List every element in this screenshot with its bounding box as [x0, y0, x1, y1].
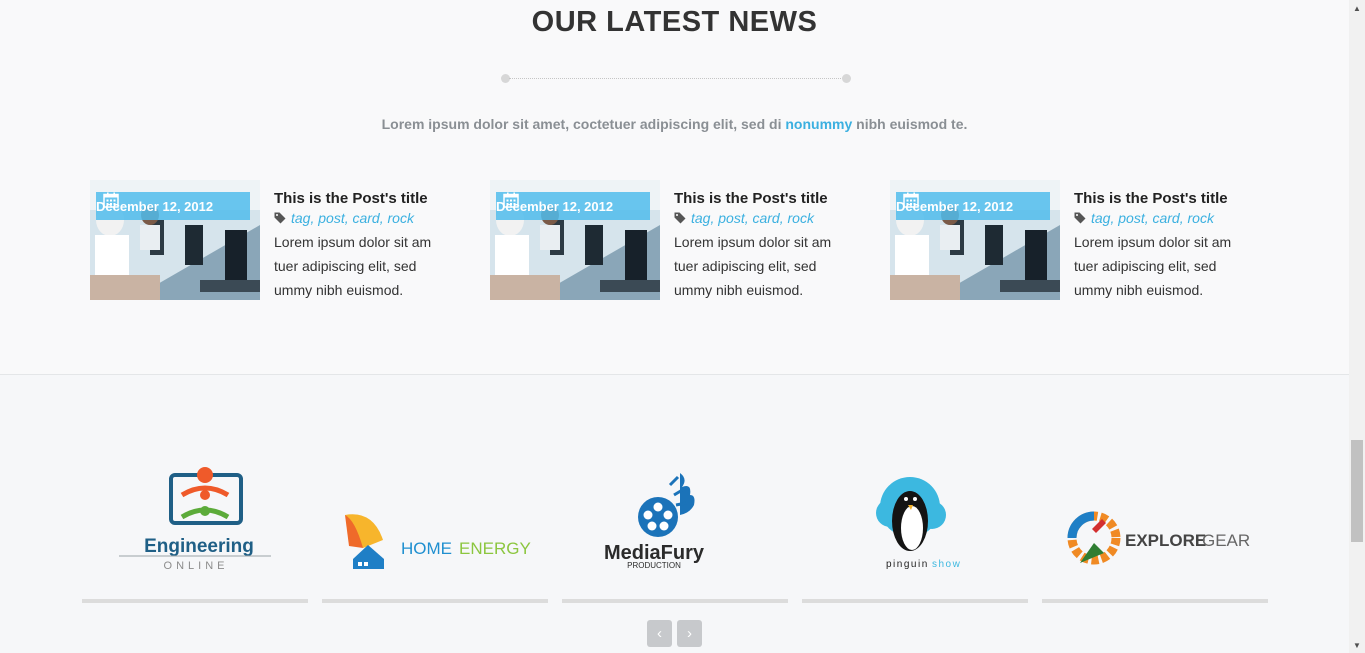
divider-line	[509, 78, 843, 79]
section-title: OUR LATEST NEWS	[531, 6, 818, 38]
chevron-left-icon: ‹	[657, 625, 662, 642]
intro-link[interactable]: nonummy	[785, 116, 852, 132]
tag-icon	[674, 212, 686, 224]
latest-news-section: OUR LATEST NEWS Lorem ipsum dolor sit am…	[0, 0, 1349, 375]
post-excerpt: Lorem ipsum dolor sit am tuer adipiscing…	[1074, 234, 1232, 298]
logo-text: pinguin	[886, 559, 929, 570]
post-excerpt: Lorem ipsum dolor sit am tuer adipiscing…	[274, 234, 432, 298]
post-card: December 12, 2012 This is the Post's tit…	[890, 180, 1270, 310]
exploregear-logo-icon: EXPLORE GEAR	[1067, 511, 1250, 565]
intro-text: Lorem ipsum dolor sit amet, coctetuer ad…	[381, 116, 782, 132]
scroll-up-arrow-icon[interactable]: ▲	[1349, 0, 1365, 16]
carousel-prev-button[interactable]: ‹	[647, 620, 672, 647]
client-logo-mediafury[interactable]: MediaFury PRODUCTION	[562, 455, 788, 603]
page: OUR LATEST NEWS Lorem ipsum dolor sit am…	[0, 0, 1349, 653]
logo-text-accent: ENERGY	[459, 539, 531, 558]
logo-text: EXPLORE	[1125, 531, 1206, 550]
logo-text-accent: GEAR	[1202, 531, 1250, 550]
logo-text: HOME	[401, 539, 452, 558]
post-excerpt: Lorem ipsum dolor sit am tuer adipiscing…	[674, 234, 832, 298]
scroll-down-arrow-icon[interactable]: ▼	[1349, 637, 1365, 653]
logo-subtext: PRODUCTION	[627, 561, 681, 570]
calendar-icon	[103, 192, 119, 208]
post-tags: tag, post, card, rock	[674, 210, 814, 226]
logo-underline	[322, 599, 548, 603]
logo-underline	[1042, 599, 1268, 603]
calendar-icon	[503, 192, 519, 208]
post-card: December 12, 2012 This is the Post's tit…	[490, 180, 870, 310]
post-date-badge: December 12, 2012	[496, 192, 650, 220]
client-logo-pinguinshow[interactable]: pinguin show	[802, 455, 1028, 603]
post-thumbnail[interactable]: December 12, 2012	[890, 180, 1060, 300]
section-intro: Lorem ipsum dolor sit amet, coctetuer ad…	[0, 116, 1349, 132]
logo-underline	[802, 599, 1028, 603]
tag-icon	[1074, 212, 1086, 224]
post-tag-list[interactable]: tag, post, card, rock	[1091, 210, 1214, 226]
post-thumbnail[interactable]: December 12, 2012	[90, 180, 260, 300]
penguin-logo-icon: pinguin show	[876, 477, 961, 570]
post-title[interactable]: This is the Post's title	[274, 190, 428, 207]
page-scrollbar[interactable]: ▲ ▼	[1349, 0, 1365, 653]
client-logo-home-energy[interactable]: HOME ENERGY	[322, 455, 548, 603]
post-title[interactable]: This is the Post's title	[1074, 190, 1228, 207]
post-tag-list[interactable]: tag, post, card, rock	[291, 210, 414, 226]
logo-underline	[562, 599, 788, 603]
post-thumbnail[interactable]: December 12, 2012	[490, 180, 660, 300]
home-energy-logo-icon: HOME ENERGY	[345, 514, 531, 569]
title-divider	[501, 74, 851, 83]
chevron-right-icon: ›	[687, 625, 692, 642]
post-date-badge: December 12, 2012	[96, 192, 250, 220]
carousel-next-button[interactable]: ›	[677, 620, 702, 647]
engineering-logo-icon: Engineering ONLINE	[119, 467, 271, 572]
scrollbar-thumb[interactable]	[1351, 440, 1363, 542]
logo-text: Engineering	[144, 536, 254, 557]
client-logo-engineering-online[interactable]: Engineering ONLINE	[82, 455, 308, 603]
logo-text-accent: show	[932, 559, 961, 570]
logo-subtext: ONLINE	[164, 560, 229, 572]
client-logo-carousel: Engineering ONLINE HOME ENERGY MediaFury…	[82, 455, 1272, 605]
post-card: December 12, 2012 This is the Post's tit…	[90, 180, 470, 310]
divider-dot	[842, 74, 851, 83]
post-tags: tag, post, card, rock	[274, 210, 414, 226]
tag-icon	[274, 212, 286, 224]
mediafury-logo-icon: MediaFury PRODUCTION	[604, 473, 705, 570]
post-date-badge: December 12, 2012	[896, 192, 1050, 220]
intro-text-end: nibh euismod te.	[856, 116, 968, 132]
client-logo-exploregear[interactable]: EXPLORE GEAR	[1042, 455, 1268, 603]
post-title[interactable]: This is the Post's title	[674, 190, 828, 207]
calendar-icon	[903, 192, 919, 208]
post-tags: tag, post, card, rock	[1074, 210, 1214, 226]
post-tag-list[interactable]: tag, post, card, rock	[691, 210, 814, 226]
logo-underline	[82, 599, 308, 603]
